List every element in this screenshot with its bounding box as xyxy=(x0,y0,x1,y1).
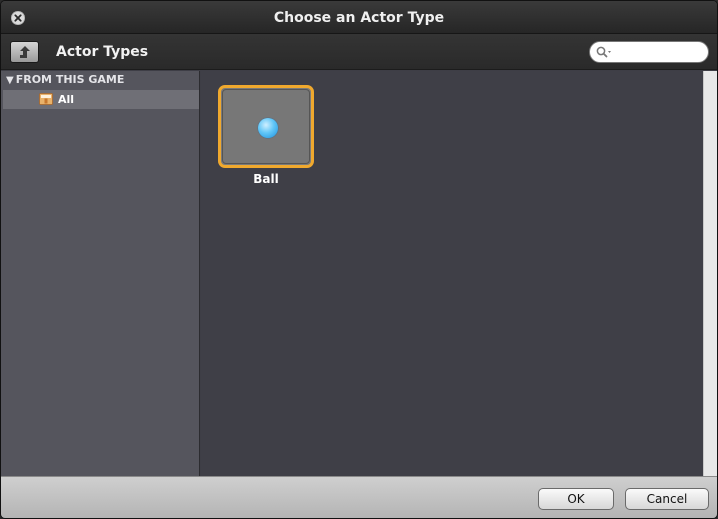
sidebar-item-label: All xyxy=(58,93,75,106)
cancel-button[interactable]: Cancel xyxy=(625,488,709,510)
title-bar: Choose an Actor Type xyxy=(1,1,717,34)
up-folder-button[interactable] xyxy=(10,41,39,63)
search-field[interactable] xyxy=(589,41,709,63)
search-icon xyxy=(596,46,611,58)
actor-grid: Ball xyxy=(201,71,703,476)
ball-icon xyxy=(258,118,278,138)
choose-actor-type-dialog: Choose an Actor Type Actor Types ▼ FROM T… xyxy=(0,0,718,519)
expand-triangle-icon[interactable]: ▼ xyxy=(6,72,14,90)
dialog-footer: OK Cancel xyxy=(1,476,717,518)
actor-tile-label: Ball xyxy=(253,172,279,186)
vertical-scrollbar[interactable] xyxy=(703,71,717,476)
sidebar: ▼ FROM THIS GAME All xyxy=(1,71,200,476)
window-title: Choose an Actor Type xyxy=(273,10,445,26)
folder-icon xyxy=(39,93,53,105)
ok-button[interactable]: OK xyxy=(538,488,614,510)
sidebar-section-label: FROM THIS GAME xyxy=(15,73,125,86)
search-input[interactable] xyxy=(614,44,704,60)
up-arrow-icon xyxy=(20,46,30,58)
toolbar: Actor Types xyxy=(1,34,717,70)
toolbar-title: Actor Types xyxy=(56,44,149,60)
sidebar-item-all[interactable]: All xyxy=(3,90,199,109)
actor-tile-ball[interactable] xyxy=(218,85,314,168)
sidebar-section-header[interactable]: ▼ FROM THIS GAME xyxy=(1,71,199,89)
tile-thumbnail xyxy=(222,89,310,164)
